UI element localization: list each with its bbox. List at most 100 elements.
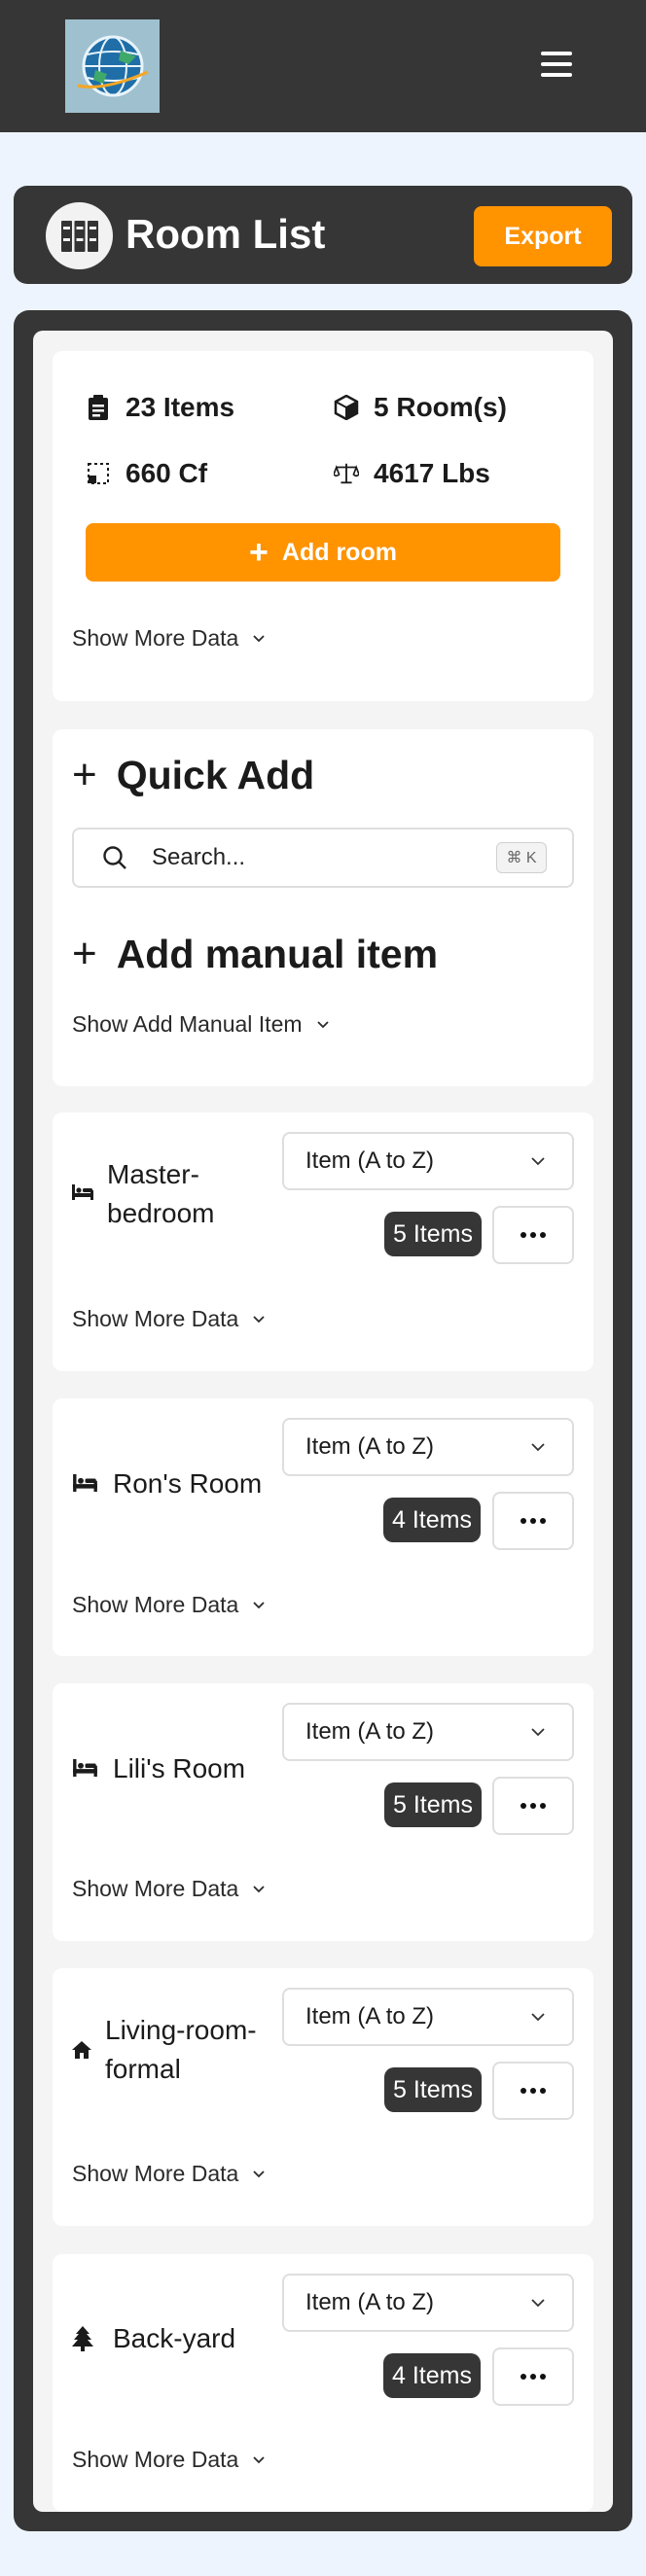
sort-value: Item (A to Z) bbox=[305, 2289, 435, 2315]
search-input[interactable]: Search... ⌘ K bbox=[72, 828, 574, 888]
show-add-manual-item-toggle[interactable]: Show Add Manual Item bbox=[72, 1011, 330, 1038]
show-more-data-toggle[interactable]: Show More Data bbox=[72, 2447, 266, 2473]
bed-icon bbox=[72, 1474, 98, 1492]
add-room-button[interactable]: + Add room bbox=[86, 523, 560, 582]
volume-stat: 660 Cf bbox=[86, 457, 207, 490]
room-name-line-1: Living-room- bbox=[105, 2015, 257, 2045]
room-list-panel: 23 Items 5 Room(s) 660 Cf 4617 Lbs + Add… bbox=[14, 310, 632, 2531]
chevron-down-icon bbox=[253, 2170, 265, 2177]
dimensions-icon bbox=[86, 461, 111, 486]
cube-icon bbox=[334, 395, 359, 420]
sort-value: Item (A to Z) bbox=[305, 2003, 435, 2029]
room-name: Ron's Room bbox=[113, 1468, 263, 1499]
tree-icon bbox=[72, 2326, 93, 2351]
item-count-badge: 5 Items bbox=[384, 1782, 482, 1827]
quick-add-card: + Quick Add Search... ⌘ K + Add manual i… bbox=[53, 729, 593, 1086]
room-card-living-room-formal: Living-room- formal Item (A to Z) 5 Item… bbox=[53, 1968, 593, 2226]
show-more-data-toggle[interactable]: Show More Data bbox=[72, 1592, 266, 1618]
chevron-down-icon bbox=[253, 634, 265, 642]
show-more-label: Show More Data bbox=[72, 1876, 239, 1901]
weight-stat: 4617 Lbs bbox=[334, 457, 490, 490]
scale-icon bbox=[334, 461, 359, 486]
bed-icon bbox=[72, 1759, 98, 1777]
plus-icon: + bbox=[72, 751, 97, 798]
room-name: Lili's Room bbox=[113, 1753, 246, 1783]
show-more-data-toggle[interactable]: Show More Data bbox=[72, 1306, 266, 1332]
add-room-label: Add room bbox=[281, 538, 397, 566]
item-count-badge: 4 Items bbox=[383, 1498, 481, 1542]
more-options-button[interactable] bbox=[492, 1492, 574, 1550]
show-more-label: Show More Data bbox=[72, 1306, 239, 1331]
sort-select[interactable]: Item (A to Z) bbox=[282, 1132, 574, 1190]
more-options-button[interactable] bbox=[492, 2347, 574, 2406]
room-card-master-bedroom: Master- bedroom Item (A to Z) 5 Items Sh… bbox=[53, 1112, 593, 1371]
sort-value: Item (A to Z) bbox=[305, 1718, 435, 1745]
sort-select[interactable]: Item (A to Z) bbox=[282, 1418, 574, 1476]
add-manual-item-title: Add manual item bbox=[116, 932, 439, 976]
room-name-line-2: formal bbox=[105, 2054, 181, 2084]
bed-icon bbox=[72, 1184, 93, 1200]
keyboard-shortcut-hint: ⌘ K bbox=[496, 842, 547, 873]
page-title: Room List bbox=[126, 211, 326, 257]
add-manual-item-heading[interactable]: + Add manual item bbox=[72, 930, 438, 978]
sort-value: Item (A to Z) bbox=[305, 1433, 435, 1460]
chevron-down-icon bbox=[531, 2013, 545, 2022]
summary-card: 23 Items 5 Room(s) 660 Cf 4617 Lbs + Add… bbox=[53, 351, 593, 701]
sort-select[interactable]: Item (A to Z) bbox=[282, 1988, 574, 2046]
chevron-down-icon bbox=[531, 2299, 545, 2308]
show-more-data-toggle[interactable]: Show More Data bbox=[72, 2161, 266, 2187]
plus-icon: + bbox=[72, 930, 97, 977]
chevron-down-icon bbox=[253, 1601, 265, 1608]
chevron-down-icon bbox=[253, 2455, 265, 2463]
chevron-down-icon bbox=[531, 1728, 545, 1737]
show-more-data-toggle[interactable]: Show More Data bbox=[72, 1876, 266, 1902]
top-nav-bar bbox=[0, 0, 646, 132]
room-name: Master- bedroom bbox=[107, 1155, 215, 1233]
more-options-button[interactable] bbox=[492, 1206, 574, 1264]
sort-select[interactable]: Item (A to Z) bbox=[282, 2274, 574, 2332]
sort-select[interactable]: Item (A to Z) bbox=[282, 1703, 574, 1761]
clipboard-icon bbox=[86, 395, 111, 420]
rooms-count: 5 Room(s) bbox=[374, 392, 507, 422]
show-more-label: Show More Data bbox=[72, 2161, 239, 2186]
quick-add-heading[interactable]: + Quick Add bbox=[72, 751, 314, 799]
room-name: Living-room- formal bbox=[105, 2011, 257, 2089]
show-more-label: Show More Data bbox=[72, 1592, 239, 1617]
quick-add-title: Quick Add bbox=[116, 753, 315, 797]
boxes-icon bbox=[46, 202, 113, 269]
chevron-down-icon bbox=[253, 1885, 265, 1892]
house-icon bbox=[72, 2041, 91, 2059]
chevron-down-icon bbox=[316, 1020, 329, 1028]
show-more-data-toggle[interactable]: Show More Data bbox=[72, 625, 266, 652]
hamburger-menu-icon[interactable] bbox=[539, 49, 574, 80]
volume-value: 660 Cf bbox=[126, 458, 208, 488]
item-count-badge: 5 Items bbox=[384, 2067, 482, 2112]
room-card-back-yard: Back-yard Item (A to Z) 4 Items Show Mor… bbox=[53, 2254, 593, 2512]
chevron-down-icon bbox=[253, 1315, 265, 1323]
more-options-button[interactable] bbox=[492, 2062, 574, 2120]
items-stat: 23 Items bbox=[86, 391, 234, 424]
room-card-rons-room: Ron's Room Item (A to Z) 4 Items Show Mo… bbox=[53, 1398, 593, 1656]
room-name: Back-yard bbox=[113, 2323, 236, 2353]
items-count: 23 Items bbox=[126, 392, 235, 422]
show-manual-label: Show Add Manual Item bbox=[72, 1011, 303, 1037]
room-list-content: 23 Items 5 Room(s) 660 Cf 4617 Lbs + Add… bbox=[33, 331, 613, 2512]
more-options-button[interactable] bbox=[492, 1777, 574, 1835]
item-count-badge: 5 Items bbox=[384, 1212, 482, 1256]
rooms-stat: 5 Room(s) bbox=[334, 391, 507, 424]
export-button[interactable]: Export bbox=[474, 206, 612, 266]
weight-value: 4617 Lbs bbox=[374, 458, 490, 488]
sort-value: Item (A to Z) bbox=[305, 1147, 435, 1174]
search-placeholder: Search... bbox=[152, 844, 246, 870]
chevron-down-icon bbox=[531, 1443, 545, 1452]
room-card-lilis-room: Lili's Room Item (A to Z) 5 Items Show M… bbox=[53, 1683, 593, 1941]
room-name-line-1: Master- bbox=[107, 1159, 199, 1189]
room-list-header: Room List Export bbox=[14, 186, 632, 284]
show-more-label: Show More Data bbox=[72, 2447, 239, 2472]
search-icon bbox=[103, 846, 126, 869]
show-more-label: Show More Data bbox=[72, 625, 239, 651]
globe-logo-icon[interactable] bbox=[65, 19, 160, 113]
plus-icon: + bbox=[249, 534, 269, 571]
item-count-badge: 4 Items bbox=[383, 2353, 481, 2398]
chevron-down-icon bbox=[531, 1157, 545, 1166]
